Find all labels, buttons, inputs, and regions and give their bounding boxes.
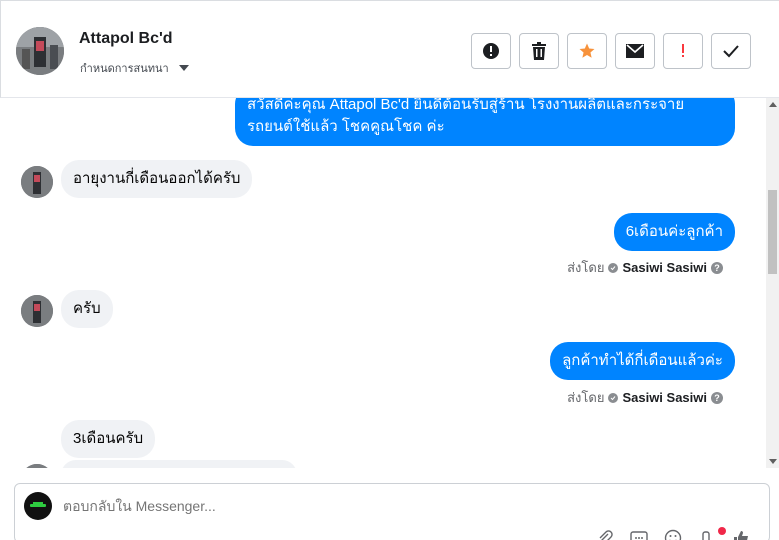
trash-icon (532, 42, 546, 60)
contact-avatar[interactable] (16, 27, 64, 75)
incoming-message-partial (61, 460, 297, 468)
alert-circle-icon (483, 43, 499, 59)
notification-dot (718, 527, 726, 535)
contact-avatar-small (21, 166, 53, 198)
contact-avatar-small (21, 295, 53, 327)
delete-button[interactable] (519, 33, 559, 69)
sent-by-label: ส่งโดย (567, 390, 605, 405)
envelope-icon (626, 44, 644, 58)
saved-replies-icon[interactable] (629, 528, 649, 540)
composer-area (0, 468, 779, 540)
reply-input[interactable] (63, 498, 663, 514)
incoming-message: อายุงานกี่เดือนออกได้ครับ (61, 160, 253, 198)
sender-name[interactable]: Sasiwi Sasiwi (622, 260, 707, 275)
assign-label: กำหนดการสนทนา (80, 63, 169, 75)
star-button[interactable] (567, 33, 607, 69)
page-avatar (24, 492, 52, 520)
composer-toolbar (595, 528, 751, 540)
done-button[interactable] (711, 33, 751, 69)
incoming-message: ครับ (61, 290, 113, 328)
help-icon[interactable]: ? (711, 261, 723, 274)
report-button[interactable] (471, 33, 511, 69)
reply-composer[interactable] (14, 483, 770, 540)
sent-by-info: ส่งโดย Sasiwi Sasiwi ? (567, 257, 723, 278)
incoming-message: 3เดือนครับ (61, 420, 156, 458)
star-icon (579, 43, 595, 58)
welcome-message: สวัสดีค่ะคุณ Attapol Bc'd ยินดีต้อนรับสู… (235, 98, 735, 146)
like-icon[interactable] (731, 528, 751, 540)
contact-name[interactable]: Attapol Bc'd (79, 30, 173, 48)
message-thread[interactable]: สวัสดีค่ะคุณ Attapol Bc'd ยินดีต้อนรับสู… (0, 98, 766, 468)
emoji-icon[interactable] (663, 528, 683, 540)
caret-down-icon (178, 65, 189, 71)
outgoing-message: ลูกค้าทำได้กี่เดือนแล้วค่ะ (550, 342, 735, 380)
conversation-header: Attapol Bc'd กำหนดการสนทนา (0, 0, 779, 98)
exclamation-icon (682, 44, 684, 57)
help-icon[interactable]: ? (711, 391, 723, 404)
message-scrollbar[interactable] (766, 98, 779, 468)
mark-unread-button[interactable] (615, 33, 655, 69)
scroll-down-arrow-icon[interactable] (769, 459, 777, 464)
sticker-icon[interactable] (697, 528, 717, 540)
mark-important-button[interactable] (663, 33, 703, 69)
conversation-toolbar (471, 33, 751, 69)
verified-icon (608, 392, 619, 403)
sent-by-label: ส่งโดย (567, 260, 605, 275)
outgoing-message: 6เดือนค่ะลูกค้า (613, 213, 735, 251)
scroll-up-arrow-icon[interactable] (769, 102, 777, 107)
check-icon (723, 45, 739, 58)
sent-by-info: ส่งโดย Sasiwi Sasiwi ? (567, 387, 723, 408)
assign-conversation-dropdown[interactable]: กำหนดการสนทนา (80, 59, 189, 77)
attachment-icon[interactable] (595, 528, 615, 540)
verified-icon (608, 262, 619, 273)
sender-name[interactable]: Sasiwi Sasiwi (622, 390, 707, 405)
scrollbar-thumb[interactable] (768, 190, 777, 274)
